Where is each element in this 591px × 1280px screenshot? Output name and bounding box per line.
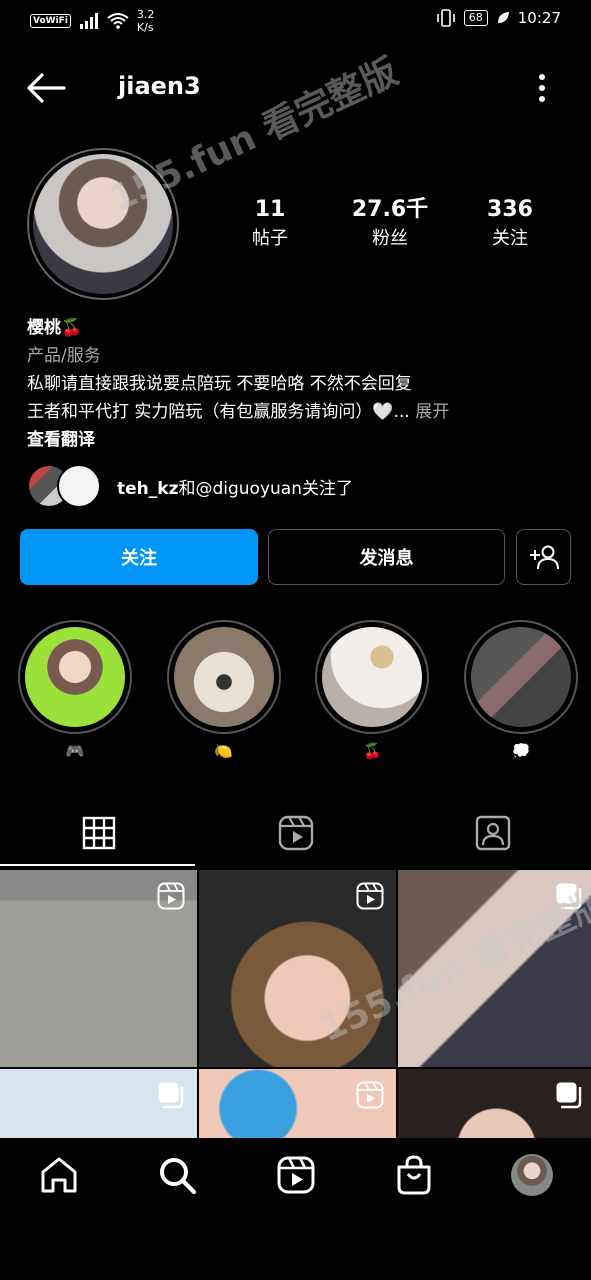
follow-button[interactable]: 关注 — [20, 529, 258, 585]
signal-icon — [79, 13, 98, 29]
posts-count[interactable]: 11 帖子 — [210, 195, 330, 253]
kebab-menu-icon[interactable] — [537, 72, 547, 104]
nav-search[interactable] — [118, 1138, 236, 1212]
clock: 10:27 — [517, 9, 561, 27]
avatar — [57, 464, 101, 508]
tab-tagged[interactable] — [394, 798, 591, 868]
carousel-icon — [158, 1082, 184, 1109]
following-count[interactable]: 336 关注 — [450, 195, 570, 253]
nav-home[interactable] — [0, 1138, 118, 1212]
post-thumbnail[interactable] — [398, 1069, 591, 1140]
network-speed: 3.2 K/s — [136, 8, 155, 34]
post-thumbnail[interactable] — [199, 870, 396, 1067]
profile-avatar[interactable] — [27, 148, 179, 300]
nav-profile[interactable] — [473, 1138, 591, 1212]
nav-reels[interactable] — [236, 1138, 354, 1212]
followed-by-text: teh_kz和@diguoyuan关注了 — [117, 478, 353, 499]
followers-count[interactable]: 27.6千 粉丝 — [330, 195, 450, 253]
active-tab-indicator — [0, 864, 195, 866]
posts-grid — [0, 870, 591, 1140]
reels-icon — [278, 815, 313, 851]
home-icon — [41, 1157, 77, 1193]
suggest-users-button[interactable] — [516, 529, 571, 585]
story-highlights: 🎮 🍋 🍒 💭 — [18, 620, 578, 764]
tab-reels[interactable] — [197, 798, 394, 868]
display-name: 樱桃🍒 — [27, 318, 83, 338]
post-thumbnail[interactable] — [199, 1069, 396, 1140]
system-navigation-bar — [0, 1212, 591, 1280]
carousel-icon — [556, 1082, 582, 1109]
highlight-item[interactable]: 🎮 — [18, 620, 132, 764]
search-icon — [160, 1158, 197, 1195]
followed-by-row[interactable]: teh_kz和@diguoyuan关注了 — [27, 464, 353, 508]
tagged-icon — [475, 815, 510, 851]
battery-indicator: 68 — [463, 10, 488, 26]
content-tabs — [0, 798, 591, 868]
expand-bio-link[interactable]: 展开 — [415, 402, 449, 422]
reels-icon — [157, 882, 185, 910]
category-label: 产品/服务 — [27, 346, 101, 366]
bio-line: 私聊请直接跟我说要点陪玩 不要哈咯 不然不会回复 — [27, 374, 412, 394]
vowifi-badge: VoWiFi — [30, 14, 71, 28]
grid-icon — [82, 816, 115, 850]
vibrate-icon — [436, 9, 455, 27]
post-thumbnail[interactable] — [0, 1069, 197, 1140]
profile-actions: 关注 发消息 — [20, 529, 571, 585]
profile-bio: 樱桃🍒 产品/服务 私聊请直接跟我说要点陪玩 不要哈咯 不然不会回复 王者和平代… — [27, 314, 567, 454]
highlight-item[interactable]: 🍋 — [166, 620, 281, 764]
bottom-navigation — [0, 1138, 591, 1212]
highlight-item[interactable]: 🍒 — [315, 620, 430, 764]
see-translation-link[interactable]: 查看翻译 — [27, 426, 567, 454]
nav-shop[interactable] — [355, 1138, 473, 1212]
post-thumbnail[interactable] — [0, 870, 197, 1067]
status-bar: VoWiFi 3.2 K/s 68 10:27 — [0, 0, 591, 40]
tab-posts[interactable] — [0, 798, 197, 868]
message-button[interactable]: 发消息 — [268, 529, 505, 585]
profile-header: jiaen3 — [0, 60, 591, 116]
avatar — [510, 1154, 553, 1196]
reels-icon — [356, 1081, 384, 1109]
mutual-avatars — [27, 464, 103, 508]
reels-icon — [277, 1156, 314, 1194]
highlight-item[interactable]: 💭 — [463, 620, 578, 764]
leaf-icon — [497, 12, 509, 23]
shop-icon — [397, 1155, 431, 1195]
add-person-icon — [529, 545, 559, 570]
arrow-left-icon[interactable] — [26, 72, 66, 104]
username-title: jiaen3 — [118, 72, 201, 100]
wifi-icon — [107, 13, 129, 29]
profile-stats: 11 帖子 27.6千 粉丝 336 关注 — [210, 195, 570, 253]
bio-line: 王者和平代打 实力陪玩（有包赢服务请询问）🤍... — [27, 402, 410, 422]
reels-icon — [356, 882, 384, 910]
